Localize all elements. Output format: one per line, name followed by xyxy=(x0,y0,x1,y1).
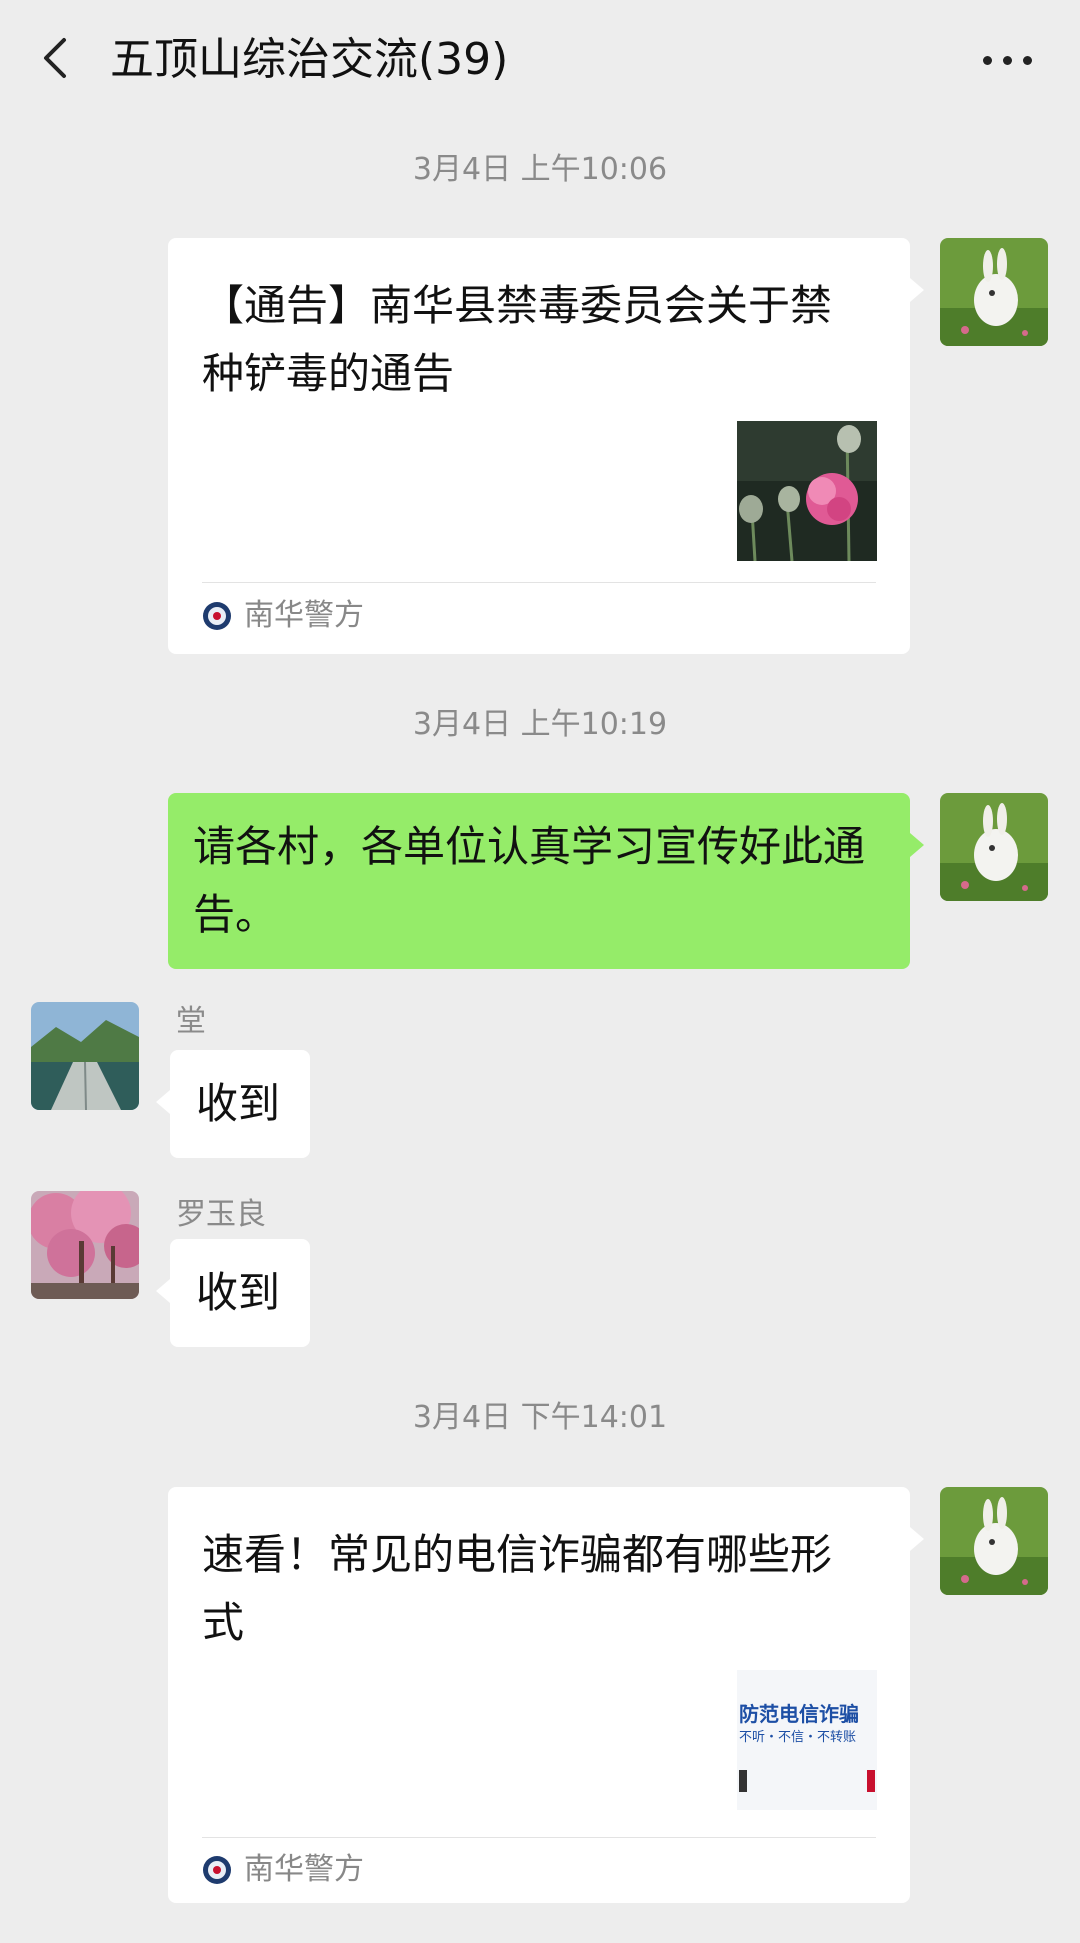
article-source-label: 南华警方 xyxy=(244,598,364,633)
incoming-message[interactable]: 收到 xyxy=(156,1050,310,1158)
incoming-message[interactable]: 收到 xyxy=(156,1239,310,1347)
back-arrow-icon xyxy=(44,38,66,78)
article-thumbnail: 防范电信诈骗 不听・不信・不转账 xyxy=(737,1670,877,1810)
message-text: 收到 xyxy=(196,1079,281,1128)
back-button[interactable] xyxy=(30,28,90,88)
more-options-button[interactable] xyxy=(975,28,1045,88)
card-divider xyxy=(202,582,876,583)
message-timestamp: 3月4日 上午10:06 xyxy=(412,152,668,187)
article-source: 南华警方 xyxy=(202,1850,364,1890)
avatar[interactable] xyxy=(940,793,1048,901)
thumbnail-headline: 防范电信诈骗 xyxy=(739,1702,859,1726)
article-card[interactable]: 速看！常见的电信诈骗都有哪些形式 防范电信诈骗 不听・不信・不转账 南华警方 xyxy=(168,1487,924,1903)
article-card[interactable]: 【通告】南华县禁毒委员会关于禁种铲毒的通告 南华警方 xyxy=(168,238,924,654)
article-title: 速看！常见的电信诈骗都有哪些形式 xyxy=(202,1530,833,1647)
thumbnail-figure xyxy=(739,1770,747,1792)
avatar[interactable] xyxy=(31,1191,139,1299)
chat-title: 五顶山综治交流(39) xyxy=(110,34,509,85)
police-badge-icon xyxy=(203,1856,231,1884)
message-text: 收到 xyxy=(196,1268,281,1317)
sender-name: 罗玉良 xyxy=(176,1197,266,1232)
thumbnail-figure xyxy=(867,1770,875,1792)
message-text: 请各村，各单位认真学习宣传好此通告。 xyxy=(193,822,866,939)
thumbnail-subline: 不听・不信・不转账 xyxy=(739,1730,857,1745)
outgoing-message[interactable]: 请各村，各单位认真学习宣传好此通告。 xyxy=(168,793,924,969)
article-source: 南华警方 xyxy=(202,596,364,636)
avatar[interactable] xyxy=(940,238,1048,346)
message-timestamp: 3月4日 下午14:01 xyxy=(412,1400,668,1435)
article-thumbnail xyxy=(737,421,877,561)
article-title: 【通告】南华县禁毒委员会关于禁种铲毒的通告 xyxy=(202,281,833,398)
police-badge-icon xyxy=(203,602,231,630)
message-timestamp: 3月4日 上午10:19 xyxy=(412,707,668,742)
card-divider xyxy=(202,1837,876,1838)
avatar[interactable] xyxy=(940,1487,1048,1595)
article-source-label: 南华警方 xyxy=(244,1852,364,1887)
sender-name: 堂 xyxy=(176,1004,206,1039)
chat-header: 五顶山综治交流(39) xyxy=(0,0,1080,120)
avatar[interactable] xyxy=(31,1002,139,1110)
